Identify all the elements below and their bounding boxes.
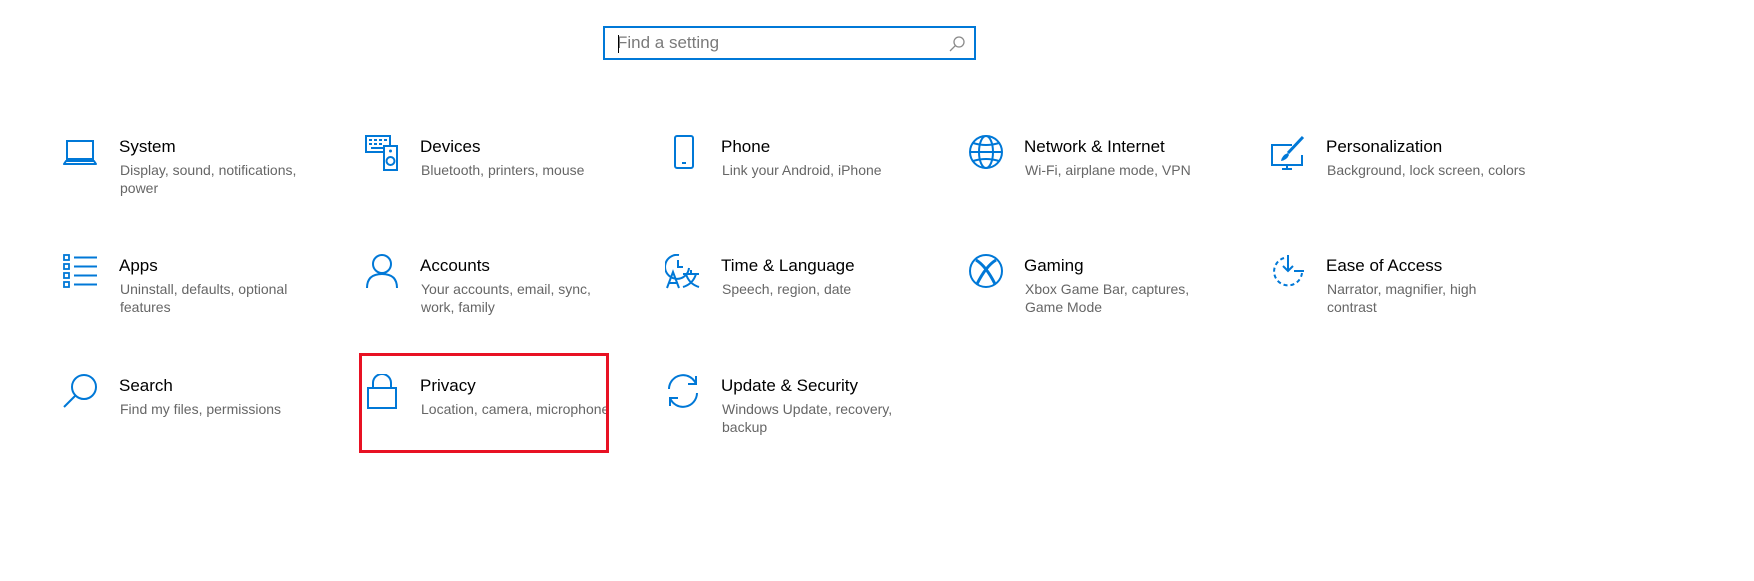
tile-title: Update & Security <box>721 376 859 395</box>
time-language-icon <box>665 254 700 289</box>
tile-description: Speech, region, date <box>722 281 852 297</box>
tile-title: Apps <box>119 256 158 275</box>
tile-ease-of-access[interactable]: Ease of Access Narrator, magnifier, high… <box>1270 254 1560 344</box>
tile-title: Network & Internet <box>1024 137 1165 156</box>
tile-description: Your accounts, email, sync, work, family <box>421 281 591 315</box>
search-icon <box>63 374 97 408</box>
devices-icon <box>365 135 398 171</box>
sync-icon <box>668 374 698 408</box>
apps-icon <box>63 254 97 288</box>
tile-network-internet[interactable]: Network & Internet Wi-Fi, airplane mode,… <box>968 135 1258 225</box>
highlight-box <box>359 353 609 453</box>
tile-title: Gaming <box>1024 256 1084 275</box>
tile-description: Xbox Game Bar, captures, Game Mode <box>1025 281 1190 315</box>
tile-apps[interactable]: Apps Uninstall, defaults, optional featu… <box>63 254 353 344</box>
tile-time-language[interactable]: Time & Language Speech, region, date <box>665 254 955 344</box>
person-icon <box>366 254 398 289</box>
magnifier-icon[interactable] <box>948 35 966 53</box>
tile-title: Accounts <box>420 256 490 275</box>
xbox-icon <box>969 254 1003 288</box>
search-input[interactable] <box>617 28 937 58</box>
text-caret <box>618 35 619 53</box>
phone-icon <box>674 135 694 169</box>
search-box[interactable] <box>603 26 976 60</box>
tile-description: Narrator, magnifier, high contrast <box>1327 281 1477 315</box>
tile-title: Search <box>119 376 173 395</box>
tile-description: Uninstall, defaults, optional features <box>120 281 288 315</box>
ease-of-access-icon <box>1273 255 1304 287</box>
tile-title: Phone <box>721 137 771 156</box>
tile-phone[interactable]: Phone Link your Android, iPhone <box>665 135 955 225</box>
tile-gaming[interactable]: Gaming Xbox Game Bar, captures, Game Mod… <box>968 254 1258 344</box>
tile-description: Link your Android, iPhone <box>722 162 882 178</box>
tile-title: System <box>119 137 176 156</box>
tile-title: Devices <box>420 137 481 156</box>
laptop-icon <box>63 140 97 165</box>
tile-title: Personalization <box>1326 137 1443 156</box>
tile-description: Wi-Fi, airplane mode, VPN <box>1025 162 1191 178</box>
tile-description: Bluetooth, printers, mouse <box>421 162 585 178</box>
tile-accounts[interactable]: Accounts Your accounts, email, sync, wor… <box>364 254 654 344</box>
tile-system[interactable]: System Display, sound, notifications, po… <box>63 135 353 225</box>
globe-icon <box>969 135 1003 169</box>
personalization-icon <box>1271 135 1305 170</box>
tile-description: Display, sound, notifications, power <box>120 162 297 196</box>
tile-title: Ease of Access <box>1326 256 1443 275</box>
tile-search[interactable]: Search Find my files, permissions <box>63 374 353 464</box>
tile-personalization[interactable]: Personalization Background, lock screen,… <box>1270 135 1560 225</box>
tile-devices[interactable]: Devices Bluetooth, printers, mouse <box>364 135 654 225</box>
tile-description: Windows Update, recovery, backup <box>722 401 893 435</box>
tile-description: Find my files, permissions <box>120 401 282 417</box>
tile-update-security[interactable]: Update & Security Windows Update, recove… <box>665 374 955 464</box>
tile-description: Background, lock screen, colors <box>1327 162 1526 178</box>
tile-title: Time & Language <box>721 256 855 275</box>
